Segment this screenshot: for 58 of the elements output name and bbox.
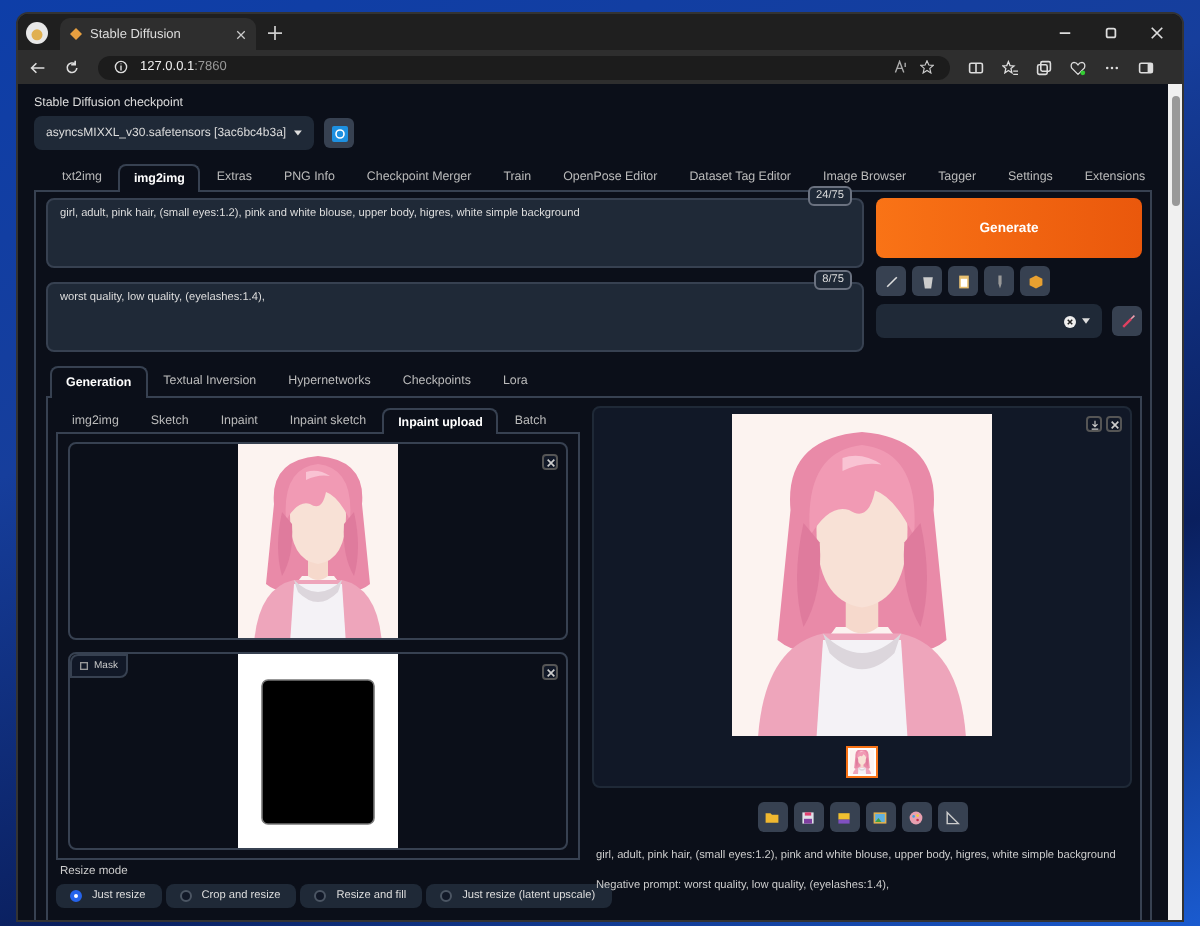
clear-icon[interactable] (1064, 315, 1077, 327)
close-icon[interactable] (236, 29, 246, 39)
tray-icon (836, 809, 852, 825)
brush-button[interactable] (1112, 306, 1142, 336)
radio-button[interactable] (440, 890, 453, 902)
new-tab-icon[interactable] (268, 25, 282, 39)
star-icon[interactable] (920, 60, 934, 74)
image-upload-panel[interactable] (68, 442, 568, 640)
close-icon (1109, 419, 1119, 429)
clipboard-icon (955, 273, 971, 289)
close-button[interactable] (542, 454, 558, 470)
split-screen-icon[interactable] (968, 59, 984, 75)
folder-icon (764, 809, 780, 825)
diagonal-arrow-button[interactable] (876, 266, 906, 296)
send-to-extras-button[interactable] (937, 802, 967, 832)
send-to-img2img-button[interactable] (865, 802, 895, 832)
triangle-ruler-icon (944, 809, 960, 825)
maximize-icon[interactable] (1104, 25, 1118, 39)
close-icon[interactable] (1150, 25, 1164, 39)
collections-icon[interactable] (1036, 59, 1052, 75)
slash-icon (883, 273, 899, 289)
radio-button[interactable] (314, 890, 327, 902)
trash-icon (919, 273, 935, 289)
framed-picture-icon (872, 809, 888, 825)
close-button[interactable] (542, 664, 558, 680)
favicon-icon (70, 28, 82, 40)
pin-button[interactable] (984, 266, 1014, 296)
download-icon (1089, 419, 1099, 429)
trash-button[interactable] (912, 266, 942, 296)
save-button[interactable] (793, 802, 823, 832)
folder-button[interactable] (757, 802, 787, 832)
refresh-button[interactable] (324, 118, 354, 148)
close-icon (545, 457, 555, 467)
info-icon (114, 60, 128, 74)
close-button[interactable] (1106, 416, 1122, 432)
scrollbar-thumb[interactable] (1171, 96, 1179, 206)
read-aloud-icon[interactable] (894, 60, 908, 74)
sidebar-icon[interactable] (1138, 59, 1154, 75)
reload-icon[interactable] (64, 59, 80, 75)
back-arrow-icon[interactable] (30, 59, 46, 75)
image-icon (80, 662, 88, 670)
radio-button[interactable] (179, 890, 192, 902)
heart-pulse-icon[interactable] (1070, 59, 1086, 75)
palette-icon (908, 809, 924, 825)
zip-button[interactable] (829, 802, 859, 832)
favorites-icon[interactable] (1002, 59, 1018, 75)
caret-icon (1082, 318, 1091, 324)
caret-icon (294, 130, 302, 136)
box-button[interactable] (1020, 266, 1050, 296)
browser-profile-icon[interactable] (26, 21, 48, 43)
radio-button[interactable] (70, 890, 82, 902)
clipboard-button[interactable] (948, 266, 978, 296)
download-button[interactable] (1086, 416, 1102, 432)
send-to-inpaint-button[interactable] (901, 802, 931, 832)
close-icon (545, 667, 555, 677)
brush-icon (1119, 313, 1136, 329)
refresh-icon (331, 125, 347, 141)
thumbnail[interactable] (846, 746, 878, 778)
